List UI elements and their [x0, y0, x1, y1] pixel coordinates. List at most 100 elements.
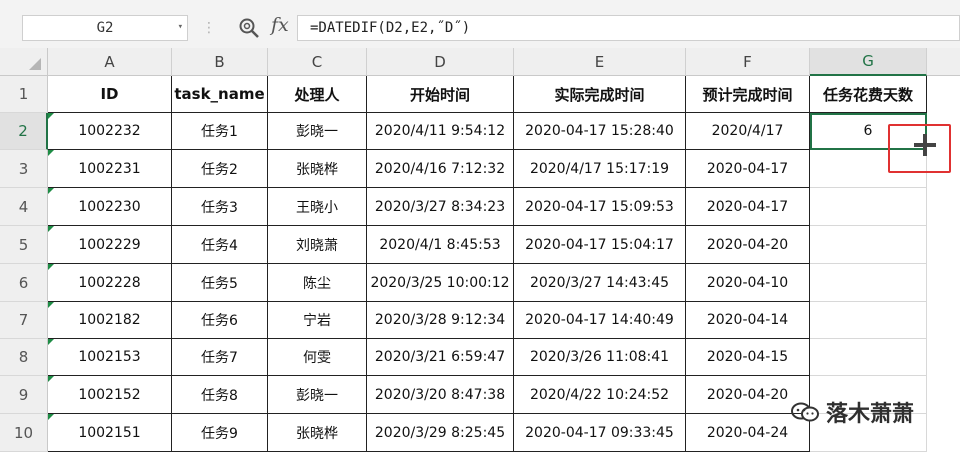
table-cell[interactable]: 2020-04-17 15:09:53 — [514, 188, 686, 226]
table-cell[interactable]: 彭晓一 — [268, 113, 367, 150]
table-cell[interactable]: 任务1 — [172, 113, 268, 150]
row-header-10[interactable]: 10 — [0, 414, 48, 452]
table-cell[interactable]: 2020-04-17 — [686, 150, 810, 188]
table-cell[interactable]: 任务6 — [172, 302, 268, 339]
table-cell[interactable] — [810, 264, 927, 302]
function-icon[interactable]: fx — [271, 14, 289, 36]
column-header-c[interactable]: C — [268, 48, 367, 76]
formula-input[interactable]: =DATEDIF(D2,E2,˝D˝) — [297, 15, 960, 41]
table-cell[interactable]: 2020/4/16 7:12:32 — [367, 150, 514, 188]
table-cell[interactable]: 2020/4/11 9:54:12 — [367, 113, 514, 150]
row-header-7[interactable]: 7 — [0, 302, 48, 339]
error-indicator-icon — [48, 113, 54, 119]
table-cell[interactable]: 2020-04-15 — [686, 339, 810, 376]
table-cell[interactable]: 2020/3/21 6:59:47 — [367, 339, 514, 376]
header-cell[interactable]: task_name — [172, 76, 268, 113]
wechat-icon — [791, 402, 819, 422]
column-header-b[interactable]: B — [172, 48, 268, 76]
fill-handle-cursor-icon[interactable] — [914, 134, 936, 156]
table-cell[interactable]: 2020/3/20 8:47:38 — [367, 376, 514, 414]
table-cell[interactable]: 2020/3/26 11:08:41 — [514, 339, 686, 376]
header-cell[interactable]: 任务花费天数 — [810, 76, 927, 113]
column-header-a[interactable]: A — [48, 48, 172, 76]
table-cell[interactable]: 宁岩 — [268, 302, 367, 339]
table-cell[interactable]: 2020/3/25 10:00:12 — [367, 264, 514, 302]
table-cell[interactable]: 2020-04-17 14:40:49 — [514, 302, 686, 339]
table-cell[interactable]: 1002232 — [48, 113, 172, 150]
zoom-icon[interactable] — [238, 17, 260, 39]
error-indicator-icon — [48, 376, 54, 382]
table-cell[interactable]: 任务7 — [172, 339, 268, 376]
row-header-5[interactable]: 5 — [0, 226, 48, 264]
table-cell[interactable]: 1002151 — [48, 414, 172, 452]
table-cell[interactable]: 彭晓一 — [268, 376, 367, 414]
table-cell[interactable] — [810, 339, 927, 376]
error-indicator-icon — [48, 150, 54, 156]
table-cell[interactable]: 1002152 — [48, 376, 172, 414]
table-cell[interactable]: 2020/3/27 14:43:45 — [514, 264, 686, 302]
header-cell[interactable]: 开始时间 — [367, 76, 514, 113]
column-header-d[interactable]: D — [367, 48, 514, 76]
error-indicator-icon — [48, 264, 54, 270]
table-cell[interactable] — [810, 188, 927, 226]
table-cell[interactable]: 张晓桦 — [268, 414, 367, 452]
table-cell[interactable]: 1002229 — [48, 226, 172, 264]
table-cell[interactable]: 2020/3/29 8:25:45 — [367, 414, 514, 452]
table-cell[interactable]: 张晓桦 — [268, 150, 367, 188]
table-cell[interactable]: 2020-04-17 15:04:17 — [514, 226, 686, 264]
error-indicator-icon — [48, 302, 54, 308]
formula-bar: G2 ▾ ⋮ fx =DATEDIF(D2,E2,˝D˝) — [0, 0, 960, 48]
chevron-down-icon[interactable]: ▾ — [178, 22, 183, 32]
table-cell[interactable]: 1002182 — [48, 302, 172, 339]
table-cell[interactable]: 2020/4/17 — [686, 113, 810, 150]
table-cell[interactable]: 2020/3/28 9:12:34 — [367, 302, 514, 339]
table-cell[interactable]: 任务2 — [172, 150, 268, 188]
name-box-value: G2 — [96, 20, 114, 36]
table-cell[interactable] — [810, 302, 927, 339]
table-cell[interactable]: 2020-04-17 15:28:40 — [514, 113, 686, 150]
table-cell[interactable]: 2020/4/1 8:45:53 — [367, 226, 514, 264]
error-indicator-icon — [48, 188, 54, 194]
row-header-4[interactable]: 4 — [0, 188, 48, 226]
table-cell[interactable]: 1002153 — [48, 339, 172, 376]
table-cell[interactable]: 2020-04-17 09:33:45 — [514, 414, 686, 452]
name-box[interactable]: G2 ▾ — [22, 15, 188, 41]
table-cell[interactable]: 2020/4/17 15:17:19 — [514, 150, 686, 188]
table-cell[interactable]: 2020-04-14 — [686, 302, 810, 339]
table-cell[interactable]: 陈尘 — [268, 264, 367, 302]
header-cell[interactable]: 预计完成时间 — [686, 76, 810, 113]
table-cell[interactable]: 王晓小 — [268, 188, 367, 226]
row-header-8[interactable]: 8 — [0, 339, 48, 376]
row-header-2[interactable]: 2 — [0, 113, 48, 150]
table-cell[interactable] — [810, 226, 927, 264]
column-header-g[interactable]: G — [810, 48, 927, 76]
table-cell[interactable]: 2020/3/27 8:34:23 — [367, 188, 514, 226]
row-header-9[interactable]: 9 — [0, 376, 48, 414]
table-cell[interactable]: 2020-04-17 — [686, 188, 810, 226]
watermark: 落木萧萧 — [790, 396, 914, 428]
more-icon[interactable]: ⋮ — [202, 20, 217, 36]
table-cell[interactable]: 刘晓萧 — [268, 226, 367, 264]
table-cell[interactable]: 2020-04-10 — [686, 264, 810, 302]
table-cell[interactable]: 1002228 — [48, 264, 172, 302]
table-cell[interactable]: 任务4 — [172, 226, 268, 264]
table-cell[interactable]: 任务8 — [172, 376, 268, 414]
header-cell[interactable]: ID — [48, 76, 172, 113]
table-cell[interactable]: 2020-04-20 — [686, 226, 810, 264]
error-indicator-icon — [48, 226, 54, 232]
header-cell[interactable]: 处理人 — [268, 76, 367, 113]
row-header-3[interactable]: 3 — [0, 150, 48, 188]
column-header-e[interactable]: E — [514, 48, 686, 76]
column-header-f[interactable]: F — [686, 48, 810, 76]
header-cell[interactable]: 实际完成时间 — [514, 76, 686, 113]
select-all-button[interactable] — [0, 48, 48, 76]
table-cell[interactable]: 2020/4/22 10:24:52 — [514, 376, 686, 414]
row-header-6[interactable]: 6 — [0, 264, 48, 302]
row-header-1[interactable]: 1 — [0, 76, 48, 113]
table-cell[interactable]: 任务9 — [172, 414, 268, 452]
table-cell[interactable]: 任务3 — [172, 188, 268, 226]
table-cell[interactable]: 1002230 — [48, 188, 172, 226]
table-cell[interactable]: 任务5 — [172, 264, 268, 302]
table-cell[interactable]: 何雯 — [268, 339, 367, 376]
table-cell[interactable]: 1002231 — [48, 150, 172, 188]
